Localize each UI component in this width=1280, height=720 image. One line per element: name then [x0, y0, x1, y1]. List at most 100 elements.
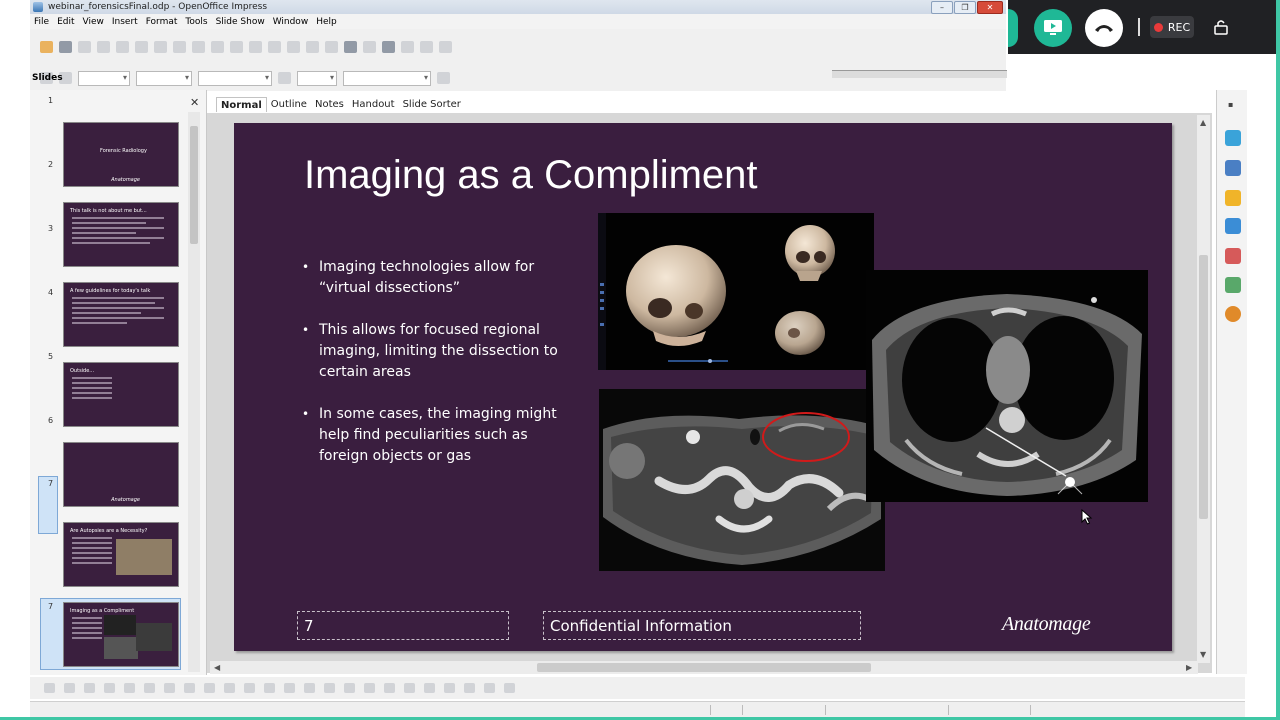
scrollbar-thumb[interactable]: [1199, 255, 1208, 519]
ellipse-tool-icon[interactable]: [124, 683, 135, 693]
alignment-icon[interactable]: [444, 683, 455, 693]
select-icon[interactable]: [44, 683, 55, 693]
rotate-icon[interactable]: [424, 683, 435, 693]
pelvis-ct-scan-image[interactable]: [599, 389, 885, 571]
tab-outline[interactable]: Outline: [267, 97, 311, 112]
scrollbar-thumb[interactable]: [190, 126, 198, 244]
arrange-icon[interactable]: [464, 683, 475, 693]
slide-transition-icon[interactable]: [1225, 248, 1241, 264]
slide-number-field[interactable]: 7: [297, 611, 509, 640]
menu-edit[interactable]: Edit: [53, 17, 78, 27]
gallery-icon[interactable]: [401, 41, 414, 53]
area-style-select[interactable]: [297, 70, 337, 86]
undo-icon[interactable]: [268, 41, 281, 53]
points-icon[interactable]: [324, 683, 335, 693]
menu-help[interactable]: Help: [312, 17, 341, 27]
vertical-scrollbar[interactable]: [1197, 115, 1210, 663]
scroll-down-icon[interactable]: ▼: [1200, 650, 1206, 659]
text-tool-icon[interactable]: [144, 683, 155, 693]
master-pages-icon[interactable]: [1225, 190, 1241, 206]
callouts-icon[interactable]: [284, 683, 295, 693]
arrow-tool-icon[interactable]: [84, 683, 95, 693]
slide-thumbnail[interactable]: This talk is not about me but...: [63, 202, 179, 267]
extrusion-icon[interactable]: [484, 683, 495, 693]
connector-tool-icon[interactable]: [184, 683, 195, 693]
export-pdf-icon[interactable]: [116, 41, 129, 53]
display-views-icon[interactable]: [363, 41, 376, 53]
scroll-up-icon[interactable]: ▲: [1200, 118, 1206, 127]
gallery-toolbar-icon[interactable]: [404, 683, 415, 693]
show-draw-functions-icon[interactable]: [344, 41, 357, 53]
navigator-icon[interactable]: [382, 41, 395, 53]
redo-icon[interactable]: [287, 41, 300, 53]
navigator-sidebar-icon[interactable]: [1225, 306, 1241, 322]
tab-handout[interactable]: Handout: [348, 97, 399, 112]
scroll-right-icon[interactable]: ▶: [1186, 663, 1192, 672]
present-screen-button[interactable]: [1034, 9, 1072, 47]
slide-thumbnail[interactable]: Forensic Radiology Anatomage: [63, 122, 179, 187]
menu-format[interactable]: Format: [142, 17, 182, 27]
line-tool-icon[interactable]: [64, 683, 75, 693]
horizontal-scrollbar[interactable]: [210, 661, 1198, 674]
edit-file-icon[interactable]: [97, 41, 110, 53]
gallery-sidebar-icon[interactable]: [1225, 277, 1241, 293]
close-pane-icon[interactable]: ✕: [190, 96, 199, 109]
table-icon[interactable]: [325, 41, 338, 53]
spellcheck-icon[interactable]: [154, 41, 167, 53]
open-icon[interactable]: [59, 41, 72, 53]
fontwork-icon[interactable]: [364, 683, 375, 693]
hang-up-button[interactable]: [1085, 9, 1123, 47]
skull-3d-render-image[interactable]: [598, 213, 874, 370]
close-window-button[interactable]: ✕: [977, 1, 1003, 14]
bullet-list[interactable]: Imaging technologies allow for “virtual …: [302, 257, 564, 488]
chest-ct-scan-image[interactable]: [866, 270, 1148, 502]
stars-icon[interactable]: [304, 683, 315, 693]
menu-tools[interactable]: Tools: [181, 17, 211, 27]
line-width-select[interactable]: [136, 70, 192, 86]
properties-icon[interactable]: [1225, 130, 1241, 146]
footer-text-field[interactable]: Confidential Information: [543, 611, 861, 640]
tab-notes[interactable]: Notes: [311, 97, 348, 112]
symbol-shapes-icon[interactable]: [224, 683, 235, 693]
rectangle-tool-icon[interactable]: [104, 683, 115, 693]
block-arrows-icon[interactable]: [244, 683, 255, 693]
slide-thumbnail-current[interactable]: Imaging as a Compliment: [63, 602, 179, 667]
custom-animation-icon[interactable]: [1225, 218, 1241, 234]
menu-slide-show[interactable]: Slide Show: [212, 17, 269, 27]
scroll-left-icon[interactable]: ◀: [214, 663, 220, 672]
shadow-toggle-icon[interactable]: [504, 683, 515, 693]
save-icon[interactable]: [78, 41, 91, 53]
flowchart-icon[interactable]: [264, 683, 275, 693]
slide-title[interactable]: Imaging as a Compliment: [304, 153, 758, 198]
line-style-select[interactable]: [78, 70, 130, 86]
recording-indicator[interactable]: REC: [1150, 16, 1194, 38]
menu-view[interactable]: View: [79, 17, 108, 27]
basic-shapes-icon[interactable]: [204, 683, 215, 693]
slide-canvas[interactable]: Imaging as a Compliment Imaging technolo…: [234, 123, 1172, 651]
sidebar-menu-icon[interactable]: ▪: [1228, 100, 1233, 109]
new-document-icon[interactable]: [40, 41, 53, 53]
cut-icon[interactable]: [192, 41, 205, 53]
slide-thumbnail[interactable]: Outside...: [63, 362, 179, 427]
glue-points-icon[interactable]: [344, 683, 355, 693]
slide-thumbnail[interactable]: Are Autopsies are a Necessity?: [63, 522, 179, 587]
menu-file[interactable]: File: [30, 17, 53, 27]
tab-slide-sorter[interactable]: Slide Sorter: [399, 97, 465, 112]
chart-icon[interactable]: [306, 41, 319, 53]
tab-normal[interactable]: Normal: [216, 97, 267, 112]
help-icon[interactable]: [439, 41, 452, 53]
area-icon[interactable]: [278, 72, 291, 84]
slide-thumbnail[interactable]: A few guidelines for today's talk: [63, 282, 179, 347]
slide-thumbnail[interactable]: Anatomage: [63, 442, 179, 507]
line-color-select[interactable]: [198, 70, 272, 86]
clone-format-icon[interactable]: [249, 41, 262, 53]
curve-tool-icon[interactable]: [164, 683, 175, 693]
copy-icon[interactable]: [211, 41, 224, 53]
from-file-icon[interactable]: [384, 683, 395, 693]
print-icon[interactable]: [135, 41, 148, 53]
fill-select[interactable]: [343, 70, 431, 86]
menu-window[interactable]: Window: [269, 17, 313, 27]
slides-pane-scrollbar[interactable]: [188, 112, 200, 672]
paste-icon[interactable]: [230, 41, 243, 53]
maximize-button[interactable]: ❐: [954, 1, 976, 14]
